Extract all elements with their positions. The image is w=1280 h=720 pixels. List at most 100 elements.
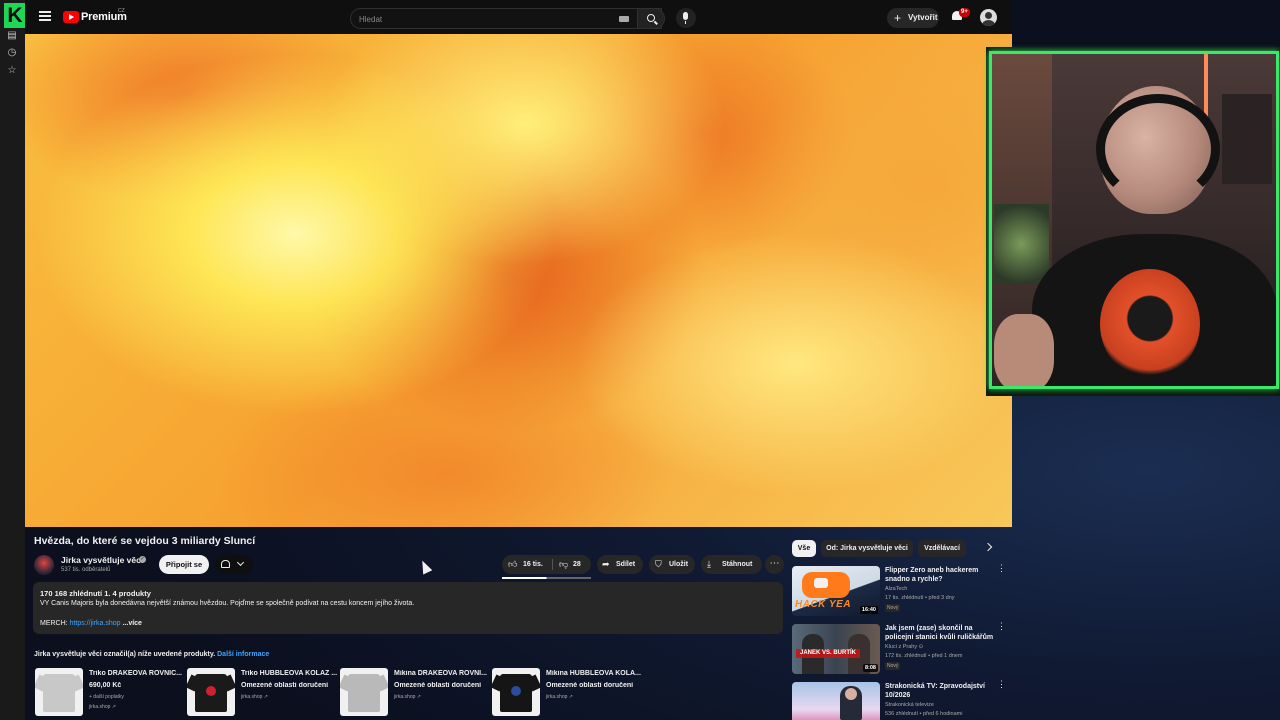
search-input[interactable] bbox=[359, 12, 609, 26]
download-label: Stáhnout bbox=[722, 561, 753, 568]
product-name: Mikina DRAKEOVA ROVNI... bbox=[394, 670, 487, 677]
join-button[interactable]: Připojit se bbox=[159, 555, 209, 574]
recommendation-thumbnail: HACK YEA 16:40 bbox=[792, 566, 880, 616]
chip-education[interactable]: Vzdělávací bbox=[918, 540, 966, 557]
history-icon[interactable]: ◷ bbox=[6, 47, 18, 59]
product-thumbnail bbox=[492, 668, 540, 716]
product-delivery: Omezené oblasti doručení bbox=[241, 682, 329, 689]
recommendation-item[interactable]: HACK YEA 16:40 Flipper Zero aneb hackere… bbox=[792, 564, 1007, 620]
products-heading-text: Jirka vysvětluje věci označil(a) níže uv… bbox=[34, 651, 216, 658]
channel-name[interactable]: Jirka vysvětluje věci bbox=[61, 555, 143, 565]
product-price: 690,00 Kč bbox=[89, 682, 122, 689]
product-delivery: Omezené oblasti doručení bbox=[546, 682, 634, 689]
product-card[interactable]: Mikina HUBBLEOVA KOLÁ... Omezené oblasti… bbox=[492, 668, 642, 716]
product-card[interactable]: Mikina DRAKEOVA ROVNI... Omezené oblasti… bbox=[340, 668, 490, 716]
like-dislike-group: 👍︎ 16 tis. 👎︎ 28 bbox=[502, 555, 591, 574]
video-duration: 16:40 bbox=[859, 606, 878, 614]
verified-icon: ✓ bbox=[139, 556, 146, 563]
merch-prefix: MERCH: bbox=[40, 620, 70, 627]
more-icon[interactable]: ⋮ bbox=[997, 622, 1006, 636]
dislike-count: 28 bbox=[573, 561, 581, 568]
recommendation-meta: 17 tis. zhlédnutí • před 3 dny bbox=[885, 595, 955, 601]
subscriber-count: 537 tis. odběratelů bbox=[61, 567, 111, 573]
search-button[interactable] bbox=[637, 8, 665, 29]
like-icon: 👍︎ bbox=[508, 559, 518, 569]
chip-all[interactable]: Vše bbox=[792, 540, 816, 557]
product-name: Triko HUBBLEOVA KOLÁŽ ... bbox=[241, 670, 337, 677]
create-button[interactable]: + Vytvořit bbox=[887, 8, 939, 28]
search-box bbox=[350, 8, 662, 29]
chip-channel[interactable]: Od: Jirka vysvětluje věci bbox=[821, 540, 913, 557]
views-line: 170 168 zhlédnutí 1. 4 produkty bbox=[40, 589, 151, 598]
more-icon[interactable]: ⋯ bbox=[765, 555, 784, 574]
youtube-logo-icon[interactable] bbox=[63, 11, 79, 23]
more-icon[interactable]: ⋮ bbox=[997, 564, 1006, 578]
country-code: CZ bbox=[118, 8, 125, 14]
merch-line: MERCH: https://jirka.shop ...více bbox=[40, 620, 142, 627]
product-card[interactable]: Triko DRAKEOVA ROVNIC... 690,00 Kč + dal… bbox=[35, 668, 185, 716]
products-heading: Jirka vysvětluje věci označil(a) níže uv… bbox=[34, 651, 269, 658]
download-icon: ⤓ bbox=[707, 559, 711, 569]
product-fees: + další poplatky bbox=[89, 694, 124, 700]
k-logo-icon: K bbox=[4, 3, 26, 28]
channel-avatar[interactable] bbox=[34, 555, 54, 575]
top-bar: Premium CZ + Vytvořit 9+ bbox=[25, 0, 1012, 34]
product-shop: jirka.shop ↗ bbox=[394, 694, 421, 700]
recommendation-title: Strakonická TV: Zpravodajství 10/2026 bbox=[885, 683, 985, 699]
merch-link[interactable]: https://jirka.shop bbox=[70, 620, 121, 627]
thumbnail-text: JANEK VS. BURTÍK bbox=[796, 649, 860, 658]
video-title: Hvězda, do které se vejdou 3 miliardy Sl… bbox=[34, 535, 256, 547]
product-name: Mikina HUBBLEOVA KOLÁ... bbox=[546, 670, 641, 677]
recommendation-channel: AlzaTech bbox=[885, 586, 908, 592]
recommendation-thumbnail bbox=[792, 682, 880, 720]
chevron-right-icon[interactable] bbox=[983, 542, 993, 552]
more-link[interactable]: ...více bbox=[122, 620, 141, 627]
mouse-cursor bbox=[417, 558, 433, 575]
product-thumbnail bbox=[340, 668, 388, 716]
download-button[interactable]: ⤓ Stáhnout bbox=[701, 555, 762, 574]
notification-badge: 9+ bbox=[959, 8, 970, 17]
dislike-button[interactable]: 👎︎ 28 bbox=[553, 555, 591, 574]
product-delivery: Omezené oblasti doručení bbox=[394, 682, 482, 689]
product-shop: jirka.shop ↗ bbox=[241, 694, 268, 700]
search-icon bbox=[647, 14, 655, 22]
like-button[interactable]: 👍︎ 16 tis. bbox=[502, 555, 552, 574]
menu-icon[interactable] bbox=[37, 9, 53, 25]
subscribed-button[interactable] bbox=[215, 555, 253, 574]
like-ratio-bar bbox=[502, 577, 591, 579]
more-icon[interactable]: ⋮ bbox=[997, 680, 1006, 694]
screen: K ▤ ◷ ☆ Premium CZ + Vytvořit 9+ bbox=[0, 0, 1280, 720]
description-box[interactable]: 170 168 zhlédnutí 1. 4 produkty VY Canis… bbox=[33, 582, 783, 634]
share-button[interactable]: ➦ Sdílet bbox=[597, 555, 643, 574]
chevron-down-icon bbox=[236, 558, 245, 567]
recommendation-channel: Strakonická televize bbox=[885, 702, 934, 708]
video-player[interactable] bbox=[25, 34, 1012, 527]
share-label: Sdílet bbox=[616, 561, 636, 568]
description-text: VY Canis Majoris byla donedávna největší… bbox=[40, 600, 415, 607]
new-badge: Nový bbox=[885, 604, 901, 612]
product-shop: jirka.shop ↗ bbox=[546, 694, 573, 700]
more-info-link[interactable]: Další informace bbox=[217, 651, 269, 658]
recommendation-meta: 172 tis. zhlédnutí • před 1 dnem bbox=[885, 653, 963, 659]
recommendation-title: Jak jsem (zase) skončil na policejní sta… bbox=[885, 625, 994, 641]
recommendation-item[interactable]: Strakonická TV: Zpravodajství 10/2026 St… bbox=[792, 680, 1007, 720]
dislike-icon: 👎︎ bbox=[559, 559, 569, 569]
bookmark-icon[interactable]: ▤ bbox=[6, 30, 18, 42]
mic-icon[interactable] bbox=[676, 8, 696, 28]
keyboard-icon[interactable] bbox=[619, 16, 629, 22]
save-icon: ⛉ bbox=[655, 559, 662, 569]
star-icon[interactable]: ☆ bbox=[6, 65, 18, 77]
bell-icon bbox=[221, 560, 230, 568]
avatar[interactable] bbox=[980, 9, 997, 26]
recommendation-item[interactable]: JANEK VS. BURTÍK 8:08 Jak jsem (zase) sk… bbox=[792, 622, 1007, 678]
product-name: Triko DRAKEOVA ROVNIC... bbox=[89, 670, 182, 677]
plus-icon: + bbox=[894, 11, 902, 25]
create-label: Vytvořit bbox=[908, 13, 938, 22]
recommendation-channel: Kluci z Prahy ⊙ bbox=[885, 644, 924, 650]
thumbnail-text: HACK YEA bbox=[795, 599, 852, 610]
save-button[interactable]: ⛉ Uložit bbox=[649, 555, 695, 574]
new-badge: Nový bbox=[885, 662, 901, 670]
share-icon: ➦ bbox=[602, 559, 610, 569]
webcam-overlay bbox=[989, 51, 1279, 389]
product-card[interactable]: Triko HUBBLEOVA KOLÁŽ ... Omezené oblast… bbox=[187, 668, 337, 716]
